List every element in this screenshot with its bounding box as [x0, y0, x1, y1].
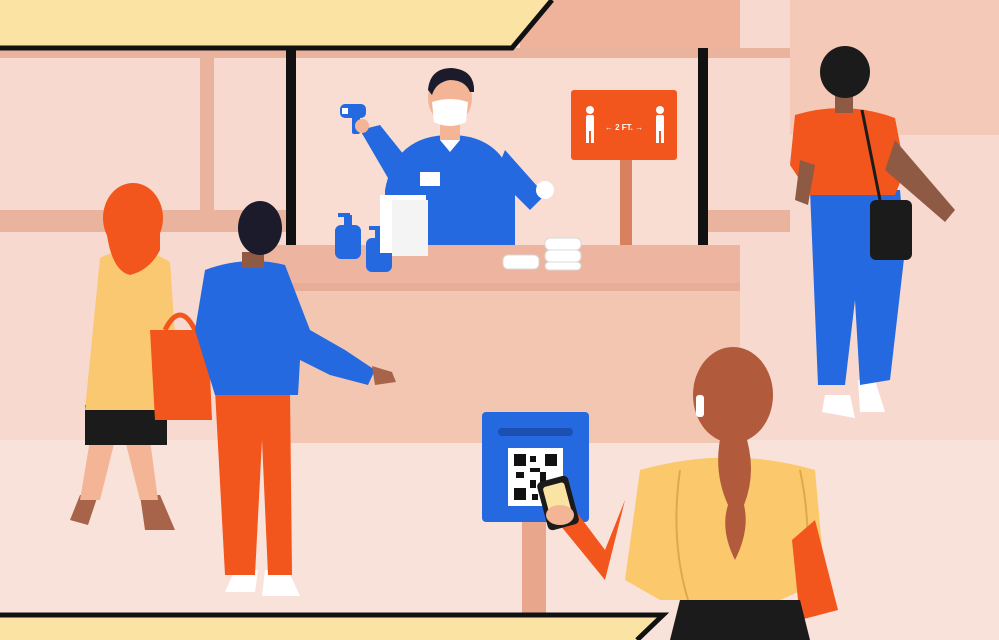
top-banner — [0, 0, 554, 51]
paper-stack — [380, 195, 428, 256]
bottom-banner — [0, 612, 670, 640]
distance-sign-text: ← 2 FT. → — [605, 123, 643, 132]
illustration-scene: ← 2 FT. → — [0, 0, 999, 640]
